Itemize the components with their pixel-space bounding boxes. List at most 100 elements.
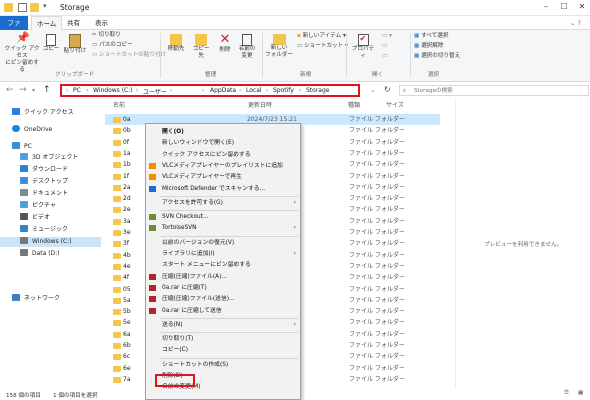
new-group-label: 新規 — [300, 72, 312, 78]
maximize-icon[interactable]: ☐ — [558, 2, 570, 14]
breadcrumb-appdata[interactable]: AppData — [210, 87, 236, 94]
sidebar-item-videos[interactable]: ビデオ — [20, 213, 50, 223]
search-input[interactable]: ⌕ Storageの検索 — [399, 85, 589, 96]
menu-item[interactable]: VLCメディアプレイヤーのプレイリストに追加 — [146, 161, 300, 171]
window-title: Storage — [60, 3, 90, 12]
menu-item[interactable]: 0a.rar に圧縮(T) — [146, 283, 300, 293]
sidebar-item-onedrive[interactable]: OneDrive — [12, 125, 52, 135]
details-view-icon[interactable]: ☰ — [564, 390, 569, 396]
sidebar-item-pc[interactable]: PC — [12, 142, 32, 152]
menu-item-label: 圧縮(圧縮)ファイル(送信)... — [162, 296, 235, 303]
breadcrumb-pc[interactable]: PC — [73, 87, 81, 94]
forward-arrow-icon[interactable]: → — [19, 85, 27, 95]
menu-item[interactable]: 送る(N) › — [146, 320, 300, 330]
menu-item[interactable]: TortoiseSVN › — [146, 223, 300, 233]
breadcrumb-local[interactable]: Local — [246, 87, 262, 94]
shortcut-button[interactable]: ▭ ショートカット ▾ — [297, 43, 348, 50]
chevron-down-icon[interactable]: ▾ — [43, 2, 52, 11]
submenu-arrow-icon: › — [293, 320, 296, 328]
column-type[interactable]: 種類 — [348, 100, 360, 109]
back-arrow-icon[interactable]: ← — [6, 85, 14, 95]
sidebar-item-windows-c[interactable]: Windows (C:) — [0, 237, 101, 247]
menu-item[interactable]: スタート メニューにピン留めする — [146, 260, 300, 270]
menu-item[interactable]: 新しいウィンドウで開く(E) — [146, 138, 300, 148]
column-name[interactable]: 名前 — [113, 100, 125, 109]
paste-button[interactable]: 貼り付け — [63, 34, 87, 55]
tab-view[interactable]: 表示 — [90, 16, 113, 30]
open-button[interactable]: ▭ ▾ — [382, 33, 392, 40]
sidebar-item-downloads[interactable]: ダウンロード — [20, 165, 68, 175]
pin-quick-access-button[interactable]: 📌 クイック アクセス にピン留めする — [4, 32, 40, 74]
recent-chevron-icon[interactable]: ▾ — [32, 87, 35, 94]
cloud-icon — [12, 125, 20, 132]
menu-item[interactable]: 以前のバージョンの復元(V) — [146, 238, 300, 248]
menu-item[interactable]: 切り取り(T) — [146, 334, 300, 344]
sidebar-item-3d-objects[interactable]: 3D オブジェクト — [20, 153, 78, 163]
menu-item[interactable]: コピー(C) — [146, 345, 300, 355]
breadcrumb-storage[interactable]: Storage — [306, 87, 329, 94]
help-icon[interactable]: ⌄ ? — [565, 16, 586, 30]
menu-item[interactable]: クイック アクセスにピン留めする — [146, 150, 300, 160]
select-all-button[interactable]: ▦ すべて選択 — [414, 33, 448, 40]
invert-selection-button[interactable]: ▦ 選択の切り替え — [414, 53, 460, 60]
breadcrumb-drive[interactable]: Windows (C:) — [93, 87, 133, 94]
sidebar-item-pictures[interactable]: ピクチャ — [20, 201, 56, 211]
breadcrumb-spotify[interactable]: Spotify — [273, 87, 294, 94]
tab-home[interactable]: ホーム — [31, 16, 63, 30]
column-date[interactable]: 更新日時 — [248, 100, 272, 109]
menu-item[interactable]: アクセスを許可する(G) › — [146, 198, 300, 208]
delete-button[interactable]: ✕ 削除 — [216, 33, 234, 54]
select-group-label: 選択 — [428, 72, 440, 78]
sidebar-item-quick-access[interactable]: クイック アクセス — [12, 108, 74, 118]
drive-icon — [20, 237, 28, 244]
minimize-icon[interactable]: – — [540, 2, 552, 14]
select-none-button[interactable]: ▦ 選択解除 — [414, 43, 443, 50]
tab-file[interactable]: ファイル — [0, 16, 28, 41]
folder-icon — [113, 162, 121, 169]
refresh-icon[interactable]: ↻ — [384, 85, 391, 94]
copy-to-button[interactable]: コピー先 — [190, 34, 212, 60]
copy-path-button[interactable]: ▭ パスのコピー — [92, 42, 133, 49]
menu-item[interactable]: 圧縮(圧縮)ファイル(A)... — [146, 272, 300, 282]
paste-shortcut-button[interactable]: ▭ ショートカットの貼り付け — [92, 52, 166, 59]
column-size[interactable]: サイズ — [386, 100, 404, 109]
menu-separator — [160, 332, 298, 334]
video-icon — [20, 213, 28, 220]
menu-item[interactable]: ライブラリに追加(I) › — [146, 249, 300, 259]
sidebar-item-data-d[interactable]: Data (D:) — [20, 249, 60, 259]
menu-item[interactable]: VLCメディアプレイヤーで再生 — [146, 172, 300, 182]
copy-button[interactable]: コピー — [42, 34, 60, 53]
folder-icon — [113, 184, 121, 191]
address-dropdown-icon[interactable]: ⌄ — [370, 86, 376, 94]
menu-item[interactable]: SVN Checkout... — [146, 212, 300, 222]
sidebar-item-desktop[interactable]: デスクトップ — [20, 177, 68, 187]
properties-button[interactable]: ✔ プロパティ — [350, 34, 376, 60]
menu-item[interactable]: 開く(O) — [146, 127, 300, 137]
address-bar[interactable]: › PC › Windows (C:) › ユーザー › › AppData ›… — [60, 84, 360, 97]
breadcrumb-users[interactable]: ユーザー — [143, 87, 167, 96]
rename-button[interactable]: 名前の 変更 — [236, 34, 258, 60]
sidebar-item-documents[interactable]: ドキュメント — [20, 189, 68, 199]
menu-item[interactable]: Microsoft Defender でスキャンする... — [146, 184, 300, 194]
menu-item[interactable]: 圧縮(圧縮)ファイル(送信)... — [146, 294, 300, 304]
new-folder-icon[interactable] — [30, 3, 39, 12]
new-item-button[interactable]: ▪ 新しいアイテム ▾ — [297, 33, 346, 40]
properties-icon[interactable] — [18, 3, 27, 12]
new-folder-button[interactable]: 新しい フォルダー — [265, 34, 293, 59]
cut-button[interactable]: ✂ 切り取り — [92, 32, 121, 39]
menu-item-label: TortoiseSVN — [162, 225, 197, 232]
menu-item[interactable]: ショートカットの作成(S) — [146, 360, 300, 370]
file-name: 3f — [123, 240, 129, 248]
sidebar-item-music[interactable]: ミュージック — [20, 225, 68, 235]
menu-item[interactable]: 0a.rar に圧縮して送信 — [146, 306, 300, 316]
up-arrow-icon[interactable]: ↑ — [43, 85, 51, 95]
sidebar-item-network[interactable]: ネットワーク — [12, 294, 60, 304]
tiles-view-icon[interactable]: ▦ — [578, 390, 583, 396]
edit-button[interactable]: ▭ — [382, 43, 387, 50]
history-button[interactable]: ▭ — [382, 53, 387, 60]
tab-share[interactable]: 共有 — [62, 16, 85, 30]
vlc-icon — [149, 162, 156, 169]
move-to-button[interactable]: 移動先 — [165, 34, 187, 53]
close-icon[interactable]: ✕ — [576, 2, 588, 14]
file-type: ファイル フォルダー — [349, 172, 405, 180]
